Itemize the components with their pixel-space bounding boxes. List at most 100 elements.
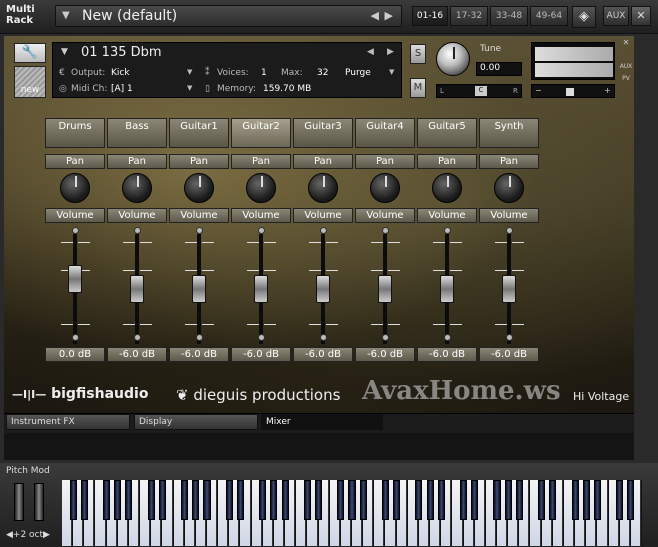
piano-black-key[interactable] [114,480,122,520]
channel-name[interactable]: Guitar2 [231,118,291,148]
piano-black-key[interactable] [337,480,345,520]
volume-slider[interactable]: − + [531,84,615,98]
piano-black-key[interactable] [270,480,278,520]
piano-black-key[interactable] [627,480,635,520]
tab-display[interactable]: Display [134,414,258,430]
preset-next-button[interactable]: ▶ [385,9,393,22]
piano-black-key[interactable] [593,480,601,520]
octave-up-icon[interactable]: ▶ [43,530,50,540]
fader-handle[interactable] [254,275,268,303]
fader-handle[interactable] [130,275,144,303]
pan-knob[interactable] [60,173,90,203]
piano-black-key[interactable] [538,480,546,520]
channel-db-value[interactable]: -6.0 dB [293,347,353,362]
piano-black-key[interactable] [69,480,77,520]
piano-black-key[interactable] [303,480,311,520]
pan-knob[interactable] [122,173,152,203]
piano-black-key[interactable] [582,480,590,520]
pan-knob[interactable] [184,173,214,203]
output-value[interactable]: Kick [111,68,130,78]
piano-black-key[interactable] [158,480,166,520]
solo-button[interactable]: S [410,44,426,64]
piano-black-key[interactable] [493,480,501,520]
close-icon[interactable]: ✕ [631,6,651,26]
piano-black-key[interactable] [415,480,423,520]
tab-rack-17-32[interactable]: 17-32 [450,6,488,26]
fader-handle[interactable] [192,275,206,303]
fader-handle[interactable] [68,265,82,294]
piano-black-key[interactable] [259,480,267,520]
piano-black-key[interactable] [125,480,133,520]
channel-db-value[interactable]: -6.0 dB [417,347,477,362]
pan-knob[interactable] [246,173,276,203]
wrench-icon[interactable]: 🔧 [14,43,46,63]
aux-side-label[interactable]: AUX [619,63,633,70]
chevron-down-icon[interactable]: ▼ [61,47,68,57]
pan-knob[interactable] [494,173,524,203]
channel-name[interactable]: Bass [107,118,167,148]
piano-black-key[interactable] [281,480,289,520]
piano-black-key[interactable] [192,480,200,520]
pitch-wheel[interactable] [14,483,24,521]
piano-black-key[interactable] [426,480,434,520]
channel-db-value[interactable]: 0.0 dB [45,347,105,362]
channel-name[interactable]: Synth [479,118,539,148]
piano-black-key[interactable] [236,480,245,520]
max-voices-value[interactable]: 32 [317,68,328,78]
octave-shift[interactable]: ◀+2 oct▶ [6,530,50,540]
pan-knob[interactable] [370,173,400,203]
piano-keyboard[interactable] [62,480,642,546]
channel-name[interactable]: Guitar5 [417,118,477,148]
channel-name[interactable]: Drums [45,118,105,148]
aux-button[interactable]: AUX [603,6,629,26]
piano-black-key[interactable] [359,480,367,520]
piano-black-key[interactable] [348,480,356,520]
purge-menu[interactable]: Purge [345,68,371,78]
new-instrument-button[interactable]: new [14,66,46,98]
piano-black-key[interactable] [471,480,479,520]
instrument-next-button[interactable]: ▶ [387,47,394,57]
piano-black-key[interactable] [515,480,523,520]
tune-value[interactable]: 0.00 [476,62,522,76]
tab-rack-01-16[interactable]: 01-16 [412,6,448,26]
chevron-down-icon[interactable]: ▼ [187,84,192,92]
piano-black-key[interactable] [381,480,390,520]
tune-knob[interactable] [436,42,470,76]
fader-handle[interactable] [316,275,330,303]
channel-name[interactable]: Guitar1 [169,118,229,148]
piano-black-key[interactable] [393,480,401,520]
piano-black-key[interactable] [181,480,189,520]
fader-handle[interactable] [378,275,392,303]
piano-black-key[interactable] [459,480,468,520]
mute-button[interactable]: M [410,78,426,98]
fader-handle[interactable] [502,275,516,303]
preset-prev-button[interactable]: ◀ [371,9,379,22]
piano-black-key[interactable] [549,480,557,520]
piano-black-key[interactable] [314,480,323,520]
pv-side-label[interactable]: PV [619,75,633,82]
channel-db-value[interactable]: -6.0 dB [107,347,167,362]
chevron-down-icon[interactable]: ▼ [187,68,192,76]
piano-black-key[interactable] [225,480,233,520]
piano-black-key[interactable] [571,480,579,520]
tab-instrument-fx[interactable]: Instrument FX [6,414,130,430]
pan-knob[interactable] [432,173,462,203]
piano-black-key[interactable] [147,480,155,520]
octave-down-icon[interactable]: ◀ [6,530,13,540]
pan-knob[interactable] [308,173,338,203]
piano-black-key[interactable] [504,480,512,520]
preset-selector[interactable]: ▼ New (default) ◀ ▶ [55,5,402,27]
channel-name[interactable]: Guitar3 [293,118,353,148]
tab-mixer[interactable]: Mixer [261,414,383,430]
piano-black-key[interactable] [103,480,111,520]
midi-channel-value[interactable]: [A] 1 [111,84,133,94]
tab-rack-33-48[interactable]: 33-48 [490,6,528,26]
channel-db-value[interactable]: -6.0 dB [355,347,415,362]
pan-slider[interactable]: L C R [436,84,522,98]
channel-name[interactable]: Guitar4 [355,118,415,148]
piano-black-key[interactable] [616,480,624,520]
instrument-prev-button[interactable]: ◀ [367,47,374,57]
tab-rack-49-64[interactable]: 49-64 [530,6,568,26]
chevron-down-icon[interactable]: ▼ [62,10,70,21]
channel-db-value[interactable]: -6.0 dB [479,347,539,362]
